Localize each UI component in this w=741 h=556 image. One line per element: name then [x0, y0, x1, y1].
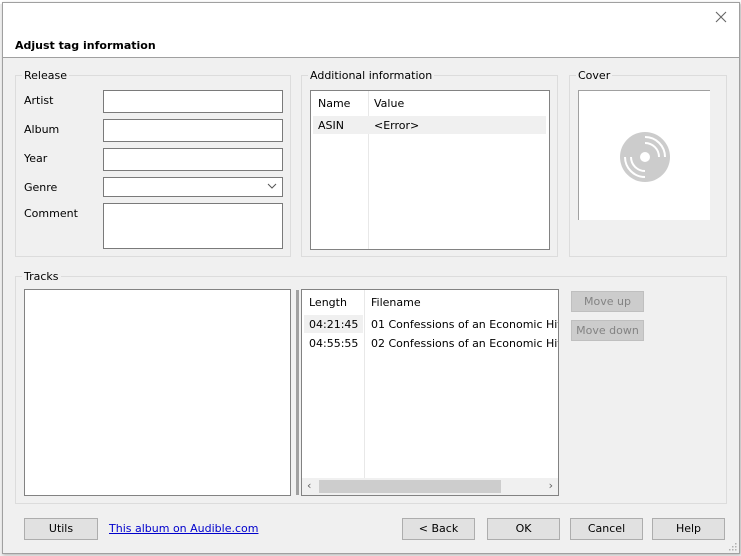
- album-input[interactable]: [103, 119, 283, 142]
- scroll-right-icon[interactable]: ›: [549, 479, 553, 492]
- column-separator: [364, 290, 365, 495]
- release-group-label: Release: [22, 69, 69, 82]
- track-filename: 02 Confessions of an Economic Hit: [371, 337, 559, 350]
- horizontal-scrollbar[interactable]: ‹ ›: [302, 478, 558, 495]
- tracks-group: Tracks Length Filename 04:21:45 01 Confe…: [15, 270, 727, 504]
- chevron-down-icon: [267, 183, 277, 189]
- column-header-value[interactable]: Value: [374, 97, 404, 110]
- audible-link[interactable]: This album on Audible.com: [109, 522, 258, 535]
- cover-image[interactable]: [578, 90, 710, 220]
- disc-icon: [620, 132, 670, 182]
- help-button[interactable]: Help: [652, 518, 725, 540]
- move-up-button[interactable]: Move up: [571, 291, 644, 312]
- artist-label: Artist: [24, 94, 54, 107]
- track-filename: 01 Confessions of an Economic Hit: [371, 318, 559, 331]
- comment-textarea[interactable]: [103, 203, 283, 249]
- column-header-filename[interactable]: Filename: [371, 296, 421, 309]
- adjust-tag-dialog: Adjust tag information Release Artist Al…: [2, 2, 740, 554]
- cover-group-label: Cover: [576, 69, 613, 82]
- additional-info-list[interactable]: Name Value ASIN <Error>: [310, 90, 550, 250]
- utils-button[interactable]: Utils: [24, 518, 98, 540]
- close-icon[interactable]: [713, 9, 729, 25]
- track-files-list[interactable]: Length Filename 04:21:45 01 Confessions …: [301, 289, 559, 496]
- release-group: Release Artist Album Year Genre Comment: [15, 69, 291, 257]
- ok-button[interactable]: OK: [487, 518, 560, 540]
- scrollbar-thumb[interactable]: [319, 480, 501, 493]
- genre-label: Genre: [24, 181, 58, 194]
- year-input[interactable]: [103, 148, 283, 171]
- album-label: Album: [24, 123, 60, 136]
- tracks-group-label: Tracks: [22, 270, 61, 283]
- dialog-title: Adjust tag information: [15, 39, 156, 52]
- additional-info-group: Additional information Name Value ASIN <…: [301, 69, 558, 257]
- cancel-button[interactable]: Cancel: [570, 518, 643, 540]
- additional-info-group-label: Additional information: [308, 69, 435, 82]
- genre-select[interactable]: [103, 177, 283, 197]
- comment-label: Comment: [24, 207, 78, 220]
- tracks-tree[interactable]: [24, 289, 291, 496]
- resize-grip-icon[interactable]: [729, 543, 737, 551]
- back-button[interactable]: < Back: [402, 518, 475, 540]
- column-separator: [368, 91, 369, 249]
- scroll-left-icon[interactable]: ‹: [307, 479, 311, 492]
- move-down-button[interactable]: Move down: [571, 320, 644, 341]
- column-header-length[interactable]: Length: [309, 296, 347, 309]
- artist-input[interactable]: [103, 90, 283, 113]
- row-value: <Error>: [374, 119, 420, 132]
- table-row[interactable]: ASIN <Error>: [313, 116, 546, 134]
- track-length: 04:21:45: [309, 318, 359, 331]
- dialog-header: Adjust tag information: [3, 3, 739, 58]
- year-label: Year: [24, 152, 48, 165]
- column-header-name[interactable]: Name: [318, 97, 350, 110]
- splitter-handle[interactable]: [296, 290, 299, 495]
- row-name: ASIN: [318, 119, 344, 132]
- cover-group: Cover: [569, 69, 727, 257]
- track-length: 04:55:55: [309, 337, 359, 350]
